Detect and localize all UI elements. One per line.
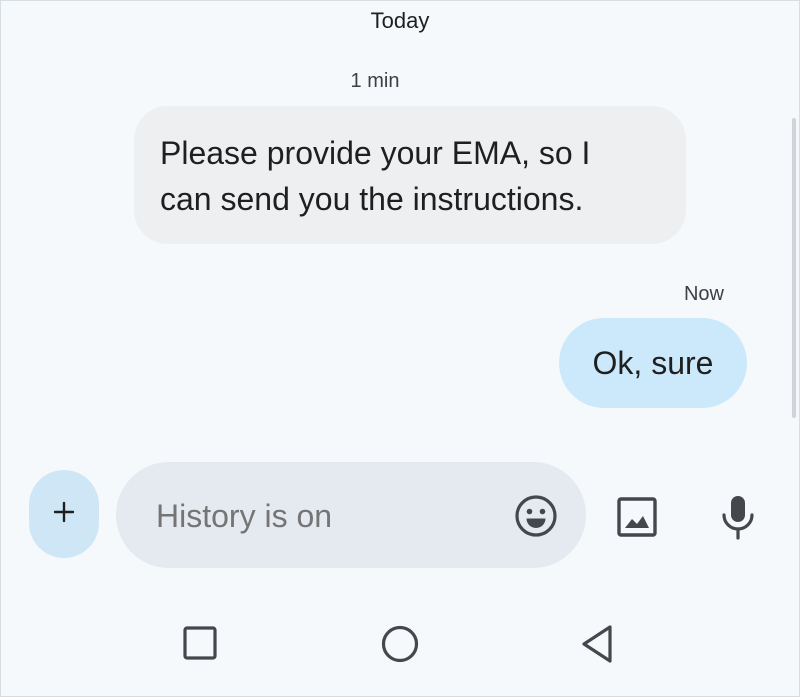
back-icon[interactable] <box>580 624 614 664</box>
incoming-message-line: Please provide your EMA, so I <box>160 135 591 171</box>
incoming-message-bubble[interactable]: Please provide your EMA, so I can send y… <box>134 106 686 244</box>
outgoing-timestamp: Now <box>683 283 724 305</box>
compose-field[interactable] <box>116 462 586 570</box>
image-icon[interactable] <box>615 495 659 539</box>
outgoing-message-bubble[interactable]: Ok, sure <box>559 318 747 408</box>
emoji-icon[interactable] <box>514 494 558 538</box>
recents-icon[interactable] <box>183 626 217 660</box>
incoming-message-line: can send you the instructions. <box>160 181 584 217</box>
scrollbar[interactable] <box>792 118 796 418</box>
mic-icon[interactable] <box>718 494 758 540</box>
incoming-timestamp: 1 min <box>350 70 400 92</box>
message-input[interactable] <box>154 462 488 570</box>
plus-icon <box>53 501 75 528</box>
day-divider: Today <box>370 8 430 33</box>
outgoing-message-text: Ok, sure <box>592 345 714 381</box>
home-icon[interactable] <box>381 625 419 663</box>
add-attachment-button[interactable] <box>29 470 99 558</box>
